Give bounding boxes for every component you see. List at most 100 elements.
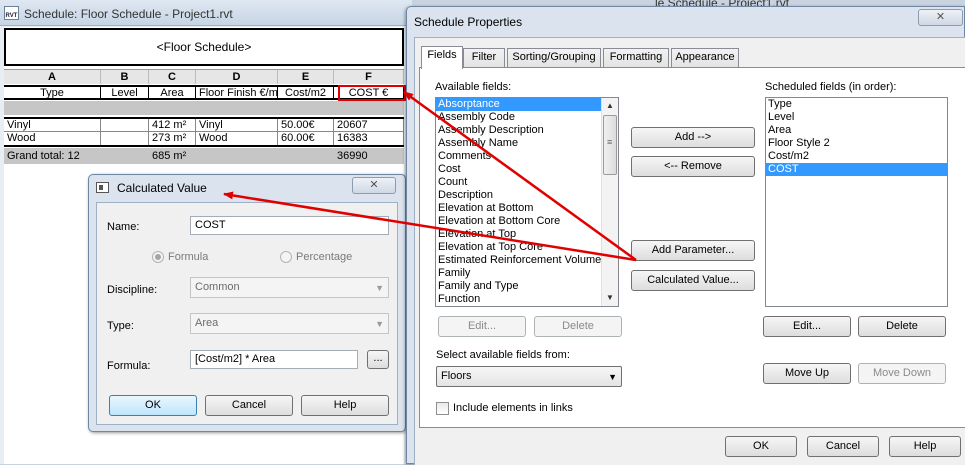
close-icon[interactable]: ✕ — [918, 9, 963, 26]
scroll-up-icon[interactable]: ▲ — [602, 98, 618, 114]
table-cell[interactable]: 60.00€ — [278, 132, 334, 145]
name-input[interactable]: COST — [190, 216, 389, 235]
table-cell[interactable]: 273 m² — [149, 132, 196, 145]
column-letter[interactable]: F — [334, 70, 404, 84]
list-item[interactable]: Area — [766, 124, 947, 137]
table-cell[interactable] — [101, 119, 149, 131]
list-item[interactable]: Type — [766, 98, 947, 111]
list-item[interactable]: Function — [436, 293, 618, 306]
tab-appearance[interactable]: Appearance — [671, 48, 739, 67]
cancel-button[interactable]: Cancel — [205, 395, 293, 416]
delete-available-button[interactable]: Delete — [534, 316, 622, 337]
name-label: Name: — [107, 221, 140, 233]
list-item[interactable]: Comments — [436, 150, 618, 163]
list-item[interactable]: Absorptance — [436, 98, 618, 111]
table-cell[interactable]: Wood — [4, 132, 101, 145]
include-links-checkbox[interactable] — [436, 402, 449, 415]
list-item[interactable]: Assembly Name — [436, 137, 618, 150]
add-field-button[interactable]: Add --> — [631, 127, 755, 148]
tab-fields[interactable]: Fields — [421, 46, 463, 69]
column-letter[interactable]: A — [4, 70, 101, 84]
radio-selected-icon — [152, 251, 164, 263]
schedule-properties-dialog: Schedule Properties ✕ Fields Filter Sort… — [406, 6, 965, 465]
formula-radio[interactable]: Formula — [152, 251, 208, 263]
column-letter[interactable]: B — [101, 70, 149, 84]
edit-scheduled-button[interactable]: Edit... — [763, 316, 851, 337]
column-header-area[interactable]: Area — [149, 87, 196, 98]
help-button[interactable]: Help — [301, 395, 389, 416]
list-item[interactable]: COST — [766, 163, 947, 176]
formula-input[interactable]: [Cost/m2] * Area — [190, 350, 358, 369]
list-item[interactable]: Family — [436, 267, 618, 280]
formula-browse-button[interactable]: ... — [367, 350, 389, 369]
list-item[interactable]: Estimated Reinforcement Volume — [436, 254, 618, 267]
cancel-button[interactable]: Cancel — [807, 436, 879, 457]
list-item[interactable]: Level — [766, 111, 947, 124]
tab-filter[interactable]: Filter — [463, 48, 505, 67]
list-item[interactable]: Count — [436, 176, 618, 189]
table-row[interactable]: Wood 273 m² Wood 60.00€ 16383 — [4, 132, 404, 147]
scroll-down-icon[interactable]: ▼ — [602, 290, 618, 306]
calculated-value-dialog: Calculated Value ✕ Name: COST Formula Pe… — [88, 174, 406, 432]
table-cell[interactable]: 412 m² — [149, 119, 196, 131]
help-button[interactable]: Help — [889, 436, 961, 457]
close-icon[interactable]: ✕ — [352, 177, 396, 194]
scroll-thumb[interactable] — [603, 115, 617, 175]
scheduled-fields-list[interactable]: Type Level Area Floor Style 2 Cost/m2 CO… — [765, 97, 948, 307]
discipline-dropdown[interactable]: Common ▼ — [190, 277, 389, 298]
list-item[interactable]: Elevation at Top — [436, 228, 618, 241]
table-cell[interactable]: 50.00€ — [278, 119, 334, 131]
tab-formatting[interactable]: Formatting — [603, 48, 669, 67]
list-item[interactable]: Elevation at Top Core — [436, 241, 618, 254]
list-item[interactable]: Cost — [436, 163, 618, 176]
edit-available-button[interactable]: Edit... — [438, 316, 526, 337]
ok-button[interactable]: OK — [109, 395, 197, 416]
percentage-radio-label: Percentage — [296, 251, 353, 263]
list-item[interactable]: Description — [436, 189, 618, 202]
calc-dialog-title: Calculated Value — [117, 181, 207, 195]
available-fields-label: Available fields: — [435, 81, 512, 93]
column-header-floor-finish[interactable]: Floor Finish €/m — [196, 87, 278, 98]
table-cell[interactable]: Wood — [196, 132, 278, 145]
delete-scheduled-button[interactable]: Delete — [858, 316, 946, 337]
select-fields-from-value: Floors — [441, 370, 472, 382]
type-value: Area — [195, 317, 219, 329]
table-cell[interactable]: 16383 — [334, 132, 404, 145]
formula-radio-label: Formula — [168, 251, 209, 263]
list-item[interactable]: Elevation at Bottom Core — [436, 215, 618, 228]
remove-field-button[interactable]: <-- Remove — [631, 156, 755, 177]
column-letter[interactable]: D — [196, 70, 278, 84]
table-cell[interactable]: 20607 — [334, 119, 404, 131]
type-dropdown[interactable]: Area ▼ — [190, 313, 389, 334]
list-item[interactable]: Assembly Code — [436, 111, 618, 124]
table-cell[interactable] — [101, 132, 149, 145]
move-down-button[interactable]: Move Down — [858, 363, 946, 384]
formula-label: Formula: — [107, 360, 151, 372]
list-item[interactable]: Assembly Description — [436, 124, 618, 137]
column-header-level[interactable]: Level — [101, 87, 149, 98]
add-parameter-button[interactable]: Add Parameter... — [631, 240, 755, 261]
column-letter[interactable]: E — [278, 70, 334, 84]
table-cell[interactable]: Vinyl — [4, 119, 101, 131]
schedule-header[interactable]: <Floor Schedule> — [4, 28, 404, 66]
calculated-value-button[interactable]: Calculated Value... — [631, 270, 755, 291]
grand-total-row: Grand total: 12 685 m² 36990 — [4, 148, 404, 164]
calc-dialog-body: Name: COST Formula Percentage Discipline… — [96, 202, 398, 425]
ok-button[interactable]: OK — [725, 436, 797, 457]
tab-sorting-grouping[interactable]: Sorting/Grouping — [507, 48, 601, 67]
list-item[interactable]: Family and Type — [436, 280, 618, 293]
column-header-cost-m2[interactable]: Cost/m2 — [278, 87, 334, 98]
table-cell[interactable]: Vinyl — [196, 119, 278, 131]
calc-titlebar[interactable]: Calculated Value ✕ — [89, 175, 405, 201]
select-fields-from-dropdown[interactable]: Floors ▼ — [436, 366, 622, 387]
list-item[interactable]: Elevation at Bottom — [436, 202, 618, 215]
available-fields-scrollbar[interactable]: ▲ ▼ — [601, 98, 618, 306]
list-item[interactable]: Cost/m2 — [766, 150, 947, 163]
list-item[interactable]: Floor Style 2 — [766, 137, 947, 150]
table-row[interactable]: Vinyl 412 m² Vinyl 50.00€ 20607 — [4, 117, 404, 132]
move-up-button[interactable]: Move Up — [763, 363, 851, 384]
column-header-type[interactable]: Type — [4, 87, 101, 98]
available-fields-list[interactable]: Absorptance Assembly Code Assembly Descr… — [435, 97, 619, 307]
percentage-radio[interactable]: Percentage — [280, 251, 352, 263]
column-letter[interactable]: C — [149, 70, 196, 84]
